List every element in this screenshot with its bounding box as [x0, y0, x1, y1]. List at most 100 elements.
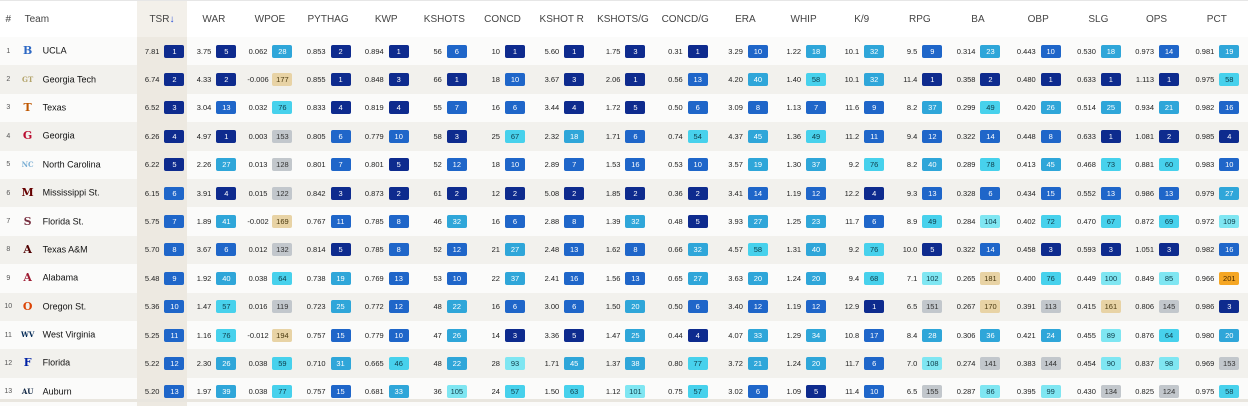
team-cell[interactable]: F Florida [16, 349, 138, 378]
stat-cell-k9: 9.2 76 [832, 150, 891, 179]
column-header-label: BA [971, 13, 985, 25]
stat-rank-badge: 2 [388, 186, 409, 200]
column-header-ops[interactable]: OPS [1127, 1, 1186, 37]
table-row[interactable]: 3 T Texas 6.52 3 3.04 13 0.032 76 0.833 4 0.819 4 55 7… [0, 93, 1248, 123]
column-header-rpg[interactable]: RPG [890, 1, 949, 37]
column-header-pct[interactable]: PCT [1185, 1, 1248, 37]
stat-value: 0.552 [1077, 188, 1096, 198]
table-row[interactable]: 6 M Mississippi St. 6.15 6 3.91 4 0.015 122 0.842… [0, 178, 1248, 208]
team-cell[interactable]: A Alabama [16, 264, 138, 293]
team-name[interactable]: UCLA [43, 46, 67, 56]
team-cell[interactable]: WV West Virginia [16, 320, 138, 350]
team-name[interactable]: Texas A&M [43, 244, 88, 254]
stat-rank-badge: 14 [980, 129, 1001, 143]
table-row[interactable]: 10 O Oregon St. 5.36 10 1.47 57 0.016 119 0.723 25… [0, 292, 1248, 321]
table-row[interactable]: 12 F Florida 5.22 12 2.30 26 0.038 59 0.710 31 0.66… [0, 349, 1248, 378]
stat-rank-badge: 33 [747, 328, 768, 342]
column-header-ba[interactable]: BA [948, 1, 1008, 37]
stat-value: 0.872 [1135, 217, 1155, 227]
column-header-concd[interactable]: CONCD [473, 1, 532, 37]
stat-value: 0.723 [306, 302, 326, 312]
stat-value: 0.785 [364, 245, 384, 255]
rank-cell: 1 [0, 37, 17, 66]
team-cell[interactable]: G Georgia [16, 122, 138, 151]
team-name[interactable]: Florida St. [43, 216, 84, 226]
team-cell[interactable]: S Florida St. [16, 207, 138, 236]
stat-rank-badge: 151 [922, 300, 943, 314]
stat-rank-badge: 49 [806, 129, 827, 143]
column-header-kwp[interactable]: KWP [357, 1, 416, 37]
column-header-kshotr[interactable]: KSHOT R [531, 1, 592, 37]
stat-value: 0.975 [1195, 75, 1215, 85]
team-cell[interactable]: T Texas [16, 93, 138, 123]
team-name[interactable]: Georgia Tech [43, 74, 96, 84]
stat-rank-badge: 27 [504, 243, 525, 257]
stat-cell-wpoe: -0.012 194 [240, 320, 299, 350]
stat-cell-obp: 0.448 8 [1007, 122, 1070, 151]
stat-cell-rpg: 7.1 102 [890, 264, 949, 293]
stat-cell-ops: 1.051 3 [1127, 235, 1186, 265]
stat-value: 1.37 [605, 358, 621, 368]
table-row[interactable]: 9 A Alabama 5.48 9 1.92 40 0.038 64 0.738 19 0.769 1… [0, 264, 1248, 293]
team-name[interactable]: Alabama [43, 273, 79, 283]
stat-value: 1.31 [786, 245, 802, 255]
team-cell[interactable]: O Oregon St. [16, 292, 138, 321]
team-name[interactable]: Oregon St. [43, 301, 87, 311]
stat-cell-concdg: 0.56 13 [654, 65, 717, 94]
stat-value: 3.02 [728, 387, 743, 397]
stat-cell-rpg: 8.2 40 [890, 150, 949, 179]
stat-value: 1.47 [196, 302, 212, 312]
stat-value: 14 [491, 330, 500, 340]
stat-value: 0.314 [956, 46, 976, 56]
column-header-tsr[interactable]: TSR↓ [137, 1, 187, 37]
column-header-label: WHIP [790, 13, 817, 25]
stat-rank-badge: 23 [980, 44, 1001, 58]
table-row[interactable]: 1 B UCLA 7.81 1 3.75 5 0.062 28 0.853 2 0.894 1 56 6 10… [0, 37, 1248, 66]
team-name[interactable]: Texas [43, 102, 67, 112]
stat-value: 10 [491, 46, 500, 56]
team-name[interactable]: Florida [43, 358, 71, 368]
team-cell[interactable]: M Mississippi St. [16, 178, 138, 208]
column-header-slg[interactable]: SLG [1069, 1, 1128, 37]
stat-rank-badge: 1 [164, 44, 185, 58]
team-cell[interactable]: A Texas A&M [16, 235, 138, 265]
column-header-war[interactable]: WAR [186, 1, 241, 37]
column-header-kshots[interactable]: KSHOTS [415, 1, 474, 37]
team-name[interactable]: North Carolina [43, 159, 101, 169]
table-row[interactable]: 11 WV West Virginia 5.25 11 1.16 76 -0.012 194 0.… [0, 320, 1248, 350]
column-header-kshotsg[interactable]: KSHOTS/G [591, 1, 655, 37]
stat-value: 3.36 [544, 330, 560, 340]
stat-value: 0.015 [248, 188, 268, 198]
table-row[interactable]: 4 G Georgia 6.26 4 4.97 1 0.003 153 0.805 6 0.779 10… [0, 122, 1248, 151]
column-header-k9[interactable]: K/9 [832, 1, 891, 37]
table-row[interactable]: 5 NC North Carolina 6.22 5 2.26 27 0.013 128 0.80… [0, 150, 1248, 179]
stat-rank-badge: 24 [1040, 328, 1061, 342]
column-header-obp[interactable]: OBP [1007, 1, 1070, 37]
column-header-pythag[interactable]: PYTHAG [299, 1, 358, 37]
stat-value: 3.91 [196, 188, 212, 198]
column-header-concdg[interactable]: CONCD/G [654, 1, 717, 37]
team-name[interactable]: Georgia [43, 131, 75, 141]
stat-rank-badge: 98 [1159, 356, 1180, 370]
stat-rank-badge: 38 [625, 356, 646, 370]
sort-down-arrow-icon[interactable]: ↓ [169, 14, 174, 25]
column-header-whip[interactable]: WHIP [774, 1, 833, 37]
team-name[interactable]: Auburn [43, 386, 72, 396]
team-cell[interactable]: GT Georgia Tech [16, 65, 138, 94]
stat-cell-pct: 0.985 4 [1185, 122, 1248, 151]
stat-cell-ops: 1.113 1 [1127, 65, 1186, 94]
stat-rank-badge: 19 [1219, 44, 1240, 58]
stat-value: 3.67 [196, 245, 212, 255]
table-row[interactable]: 8 A Texas A&M 5.70 8 3.67 6 0.012 132 0.814 5 0.785… [0, 235, 1248, 265]
stat-cell-ops: 0.973 14 [1127, 37, 1186, 66]
team-cell[interactable]: B UCLA [16, 37, 138, 66]
table-row[interactable]: 7 S Florida St. 5.75 7 1.89 41 -0.002 169 0.767 11… [0, 207, 1248, 236]
stat-cell-ops: 0.806 145 [1127, 292, 1186, 321]
team-name[interactable]: Mississippi St. [43, 188, 100, 198]
column-header-era[interactable]: ERA [716, 1, 775, 37]
stat-rank-badge: 45 [564, 356, 585, 370]
team-name[interactable]: West Virginia [43, 329, 96, 339]
table-row[interactable]: 2 GT Georgia Tech 6.74 2 4.33 2 -0.006 177 0.855 1… [0, 65, 1248, 94]
team-cell[interactable]: NC North Carolina [16, 150, 138, 179]
column-header-wpoe[interactable]: WPOE [240, 1, 299, 37]
